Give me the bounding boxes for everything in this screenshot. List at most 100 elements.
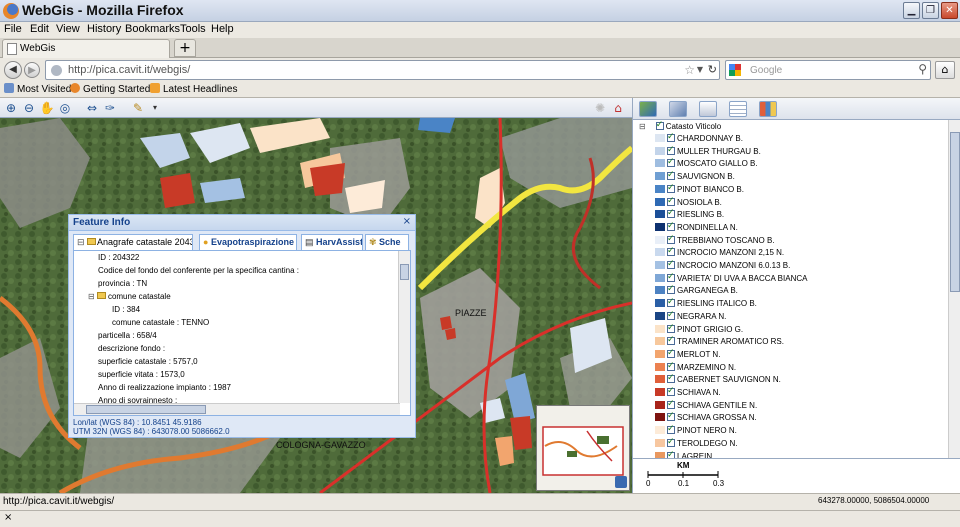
maximize-button[interactable]: ❐	[922, 2, 939, 19]
overview-toggle-icon[interactable]	[615, 476, 627, 488]
tab-schede[interactable]: ✾ Sche	[365, 234, 409, 250]
layer-checkbox[interactable]	[667, 283, 675, 295]
checkbox[interactable]	[655, 120, 664, 130]
layer-checkbox[interactable]	[667, 410, 675, 422]
tree-root-catasto-viticolo[interactable]: ⊟ Catasto Viticolo	[639, 120, 721, 134]
tab-anagrafe[interactable]: ⊟ Anagrafe catastale 204322	[73, 234, 193, 250]
find-bar: ×	[0, 510, 960, 527]
minimize-button[interactable]: ▁	[903, 2, 920, 19]
scale-bar-graphic	[647, 471, 719, 478]
layer-item[interactable]: INCROCIO MANZONI 6.0.13 B.	[655, 258, 790, 273]
search-placeholder[interactable]: Google	[750, 65, 782, 76]
scrollbar-thumb[interactable]	[86, 405, 206, 414]
layer-item[interactable]: SCHIAVA N.	[655, 385, 721, 400]
layer-checkbox[interactable]	[667, 156, 675, 168]
layer-item[interactable]: MERLOT N.	[655, 347, 720, 362]
collapse-icon[interactable]: ⊟	[639, 122, 646, 131]
menu-view[interactable]: View	[56, 23, 80, 35]
layer-checkbox[interactable]	[667, 195, 675, 206]
bookmark-latest-headlines[interactable]: Latest Headlines	[150, 83, 238, 95]
search-layer-icon[interactable]	[669, 101, 687, 117]
status-bar: http://pica.cavit.it/webgis/ 643278.0000…	[0, 493, 960, 510]
zoom-in-icon[interactable]: ⊕	[3, 100, 19, 116]
menu-edit[interactable]: Edit	[30, 23, 49, 35]
layer-item[interactable]: NEGRARA N.	[655, 309, 726, 324]
pan-hand-icon[interactable]: ✋	[39, 100, 55, 116]
layer-checkbox[interactable]	[667, 334, 675, 346]
scrollbar-thumb[interactable]	[950, 132, 960, 292]
url-bar[interactable]: http://pica.cavit.it/webgis/ ☆ ▼ ↻	[45, 60, 720, 80]
close-window-button[interactable]: ✕	[941, 2, 958, 19]
table-icon[interactable]	[729, 101, 747, 117]
layer-checkbox[interactable]	[667, 372, 675, 384]
layer-checkbox[interactable]	[667, 233, 675, 244]
tree-node-comune-catastale[interactable]: ⊟ comune catastale	[88, 292, 171, 301]
measure-icon[interactable]: ⇔	[84, 100, 100, 116]
layer-checkbox[interactable]	[667, 131, 675, 142]
vertical-scrollbar[interactable]	[398, 251, 410, 403]
layers-icon[interactable]	[639, 101, 657, 117]
site-identity-icon[interactable]	[51, 65, 62, 76]
filter-icon[interactable]	[699, 101, 717, 117]
layer-checkbox[interactable]	[667, 271, 675, 282]
layer-label: CHARDONNAY B.	[677, 134, 743, 143]
tab-evapotraspirazione[interactable]: ● Evapotraspirazione	[199, 234, 297, 250]
layer-item[interactable]: RIESLING B.	[655, 207, 724, 222]
chart-icon[interactable]	[759, 101, 777, 117]
search-icon[interactable]: ⚲	[918, 62, 927, 76]
reload-icon[interactable]: ↻	[708, 63, 717, 76]
layer-checkbox[interactable]	[667, 347, 675, 358]
horizontal-scrollbar[interactable]	[74, 403, 400, 415]
layer-checkbox[interactable]	[667, 436, 675, 447]
url-dropdown-icon[interactable]: ▼	[697, 65, 703, 74]
layer-checkbox[interactable]	[667, 296, 675, 308]
draw-tool-icon[interactable]: ✎	[130, 100, 146, 116]
bookmark-most-visited[interactable]: Most Visited	[4, 83, 71, 95]
zoom-out-icon[interactable]: ⊖	[21, 100, 37, 116]
home-button[interactable]: ⌂	[935, 61, 955, 79]
menu-bookmarks[interactable]: Bookmarks	[125, 23, 180, 35]
layer-checkbox[interactable]	[667, 144, 675, 155]
tab-label: HarvAssist	[316, 237, 363, 247]
tab-webgis[interactable]: WebGis	[2, 39, 170, 58]
new-tab-button[interactable]: +	[174, 39, 196, 57]
layer-checkbox[interactable]	[667, 207, 675, 219]
forward-button[interactable]: ▶	[24, 62, 40, 78]
menu-help[interactable]: Help	[211, 23, 234, 35]
bookmark-getting-started[interactable]: Getting Started	[70, 83, 150, 95]
menu-tools[interactable]: Tools	[180, 23, 206, 35]
overview-map[interactable]	[536, 405, 630, 491]
scrollbar-thumb[interactable]	[400, 264, 409, 280]
layer-checkbox[interactable]	[667, 309, 675, 320]
layer-checkbox[interactable]	[667, 398, 675, 409]
tab-label: Evapotraspirazione	[210, 237, 294, 247]
layer-checkbox[interactable]	[667, 220, 675, 231]
layer-label: SAUVIGNON B.	[677, 172, 735, 182]
close-find-bar-icon[interactable]: ×	[4, 512, 12, 523]
draw-dropdown-icon[interactable]: ▾	[147, 100, 163, 116]
layer-checkbox[interactable]	[667, 423, 675, 435]
layer-item[interactable]: NOSIOLA B.	[655, 195, 722, 210]
tab-harvassist[interactable]: ▤ HarvAssist	[301, 234, 363, 250]
layer-checkbox[interactable]	[667, 258, 675, 269]
menu-file[interactable]: File	[4, 23, 22, 35]
search-bar[interactable]: Google ⚲	[725, 60, 931, 80]
zoom-extent-icon[interactable]: ◎	[57, 100, 73, 116]
layer-checkbox[interactable]	[667, 245, 675, 257]
home-map-icon[interactable]: ⌂	[610, 100, 626, 116]
layer-checkbox[interactable]	[667, 385, 675, 396]
google-icon[interactable]	[729, 64, 741, 76]
bookmark-star-icon[interactable]: ☆	[684, 63, 695, 77]
back-button[interactable]: ◀	[4, 61, 22, 79]
layer-tree-scrollbar[interactable]	[948, 120, 960, 458]
layer-checkbox[interactable]	[667, 182, 675, 193]
layer-checkbox[interactable]	[667, 360, 675, 371]
menu-history[interactable]: History	[87, 23, 121, 35]
layer-checkbox[interactable]	[667, 169, 675, 181]
url-text[interactable]: http://pica.cavit.it/webgis/	[68, 64, 190, 76]
layer-checkbox[interactable]	[667, 322, 675, 333]
close-icon[interactable]: ×	[403, 216, 411, 227]
layer-label: MULLER THURGAU B.	[677, 146, 761, 156]
layer-item[interactable]: VARIETA' DI UVA A BACCA BIANCA	[655, 271, 807, 286]
identify-icon[interactable]: ✑	[102, 100, 118, 116]
